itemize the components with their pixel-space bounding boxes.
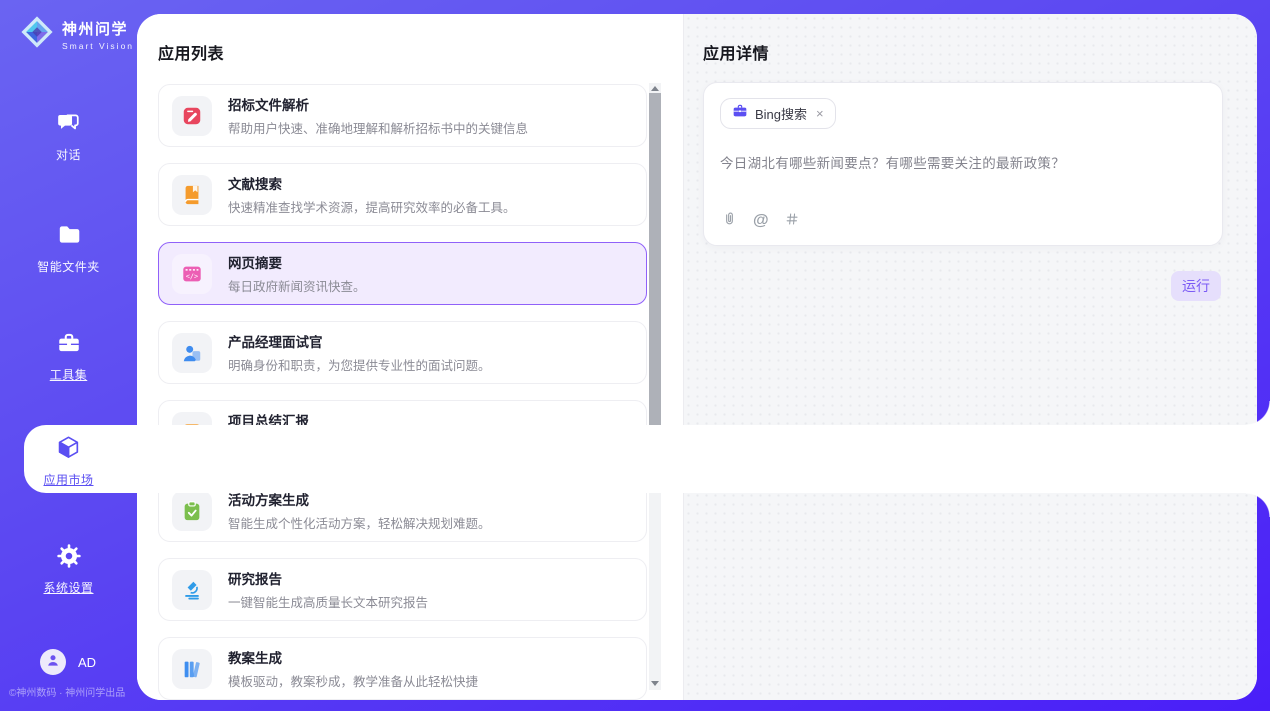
mention-icon[interactable]: @ [753, 212, 769, 230]
person-icon [44, 651, 62, 674]
app-card-name: 研究报告 [228, 568, 428, 588]
hash-icon[interactable] [784, 211, 800, 232]
app-window: 神州问学 Smart Vision 对话 智能文件夹 工具集 应用市场 系统设置 [0, 0, 1270, 714]
user-name: AD [78, 655, 96, 670]
literature-search-icon [172, 175, 212, 215]
avatar [40, 649, 66, 675]
sidebar-item-app-market[interactable]: 应用市场 [0, 434, 137, 488]
list-scrollbar[interactable] [649, 83, 661, 690]
app-card-description: 帮助用户快速、准确地理解和解析招标书中的关键信息 [228, 118, 528, 137]
bid-parse-icon [172, 96, 212, 136]
app-list-panel: 应用列表 招标文件解析 帮助用户快速、准确地理解和解析招标书中的关键信息 文献搜… [137, 14, 683, 700]
research-report-icon [172, 570, 212, 610]
app-list-title: 应用列表 [158, 40, 224, 64]
sidebar-item-toolset[interactable]: 工具集 [0, 330, 137, 383]
prompt-toolbar: @ [721, 210, 800, 232]
lesson-plan-icon [172, 649, 212, 689]
tool-tag-label: Bing搜索 [755, 104, 807, 123]
content-area: 应用列表 招标文件解析 帮助用户快速、准确地理解和解析招标书中的关键信息 文献搜… [137, 14, 1257, 700]
app-card[interactable]: </> 网页摘要 每日政府新闻资讯快查。 [158, 242, 647, 305]
run-button[interactable]: 运行 [1171, 271, 1221, 301]
sidebar-item-label: 系统设置 [43, 579, 93, 596]
activity-plan-icon [172, 491, 212, 531]
app-card[interactable]: 招标文件解析 帮助用户快速、准确地理解和解析招标书中的关键信息 [158, 84, 647, 147]
app-card-description: 每日政府新闻资讯快查。 [228, 276, 366, 295]
app-card[interactable]: 教案生成 模板驱动，教案秒成，教学准备从此轻松快捷 [158, 637, 647, 700]
app-card-description: 一键智能生成高质量长文本研究报告 [228, 592, 428, 611]
sidebar-item-label: 应用市场 [43, 471, 93, 488]
folder-icon [56, 222, 82, 253]
brand-diamond-icon [20, 15, 54, 54]
app-card-name: 教案生成 [228, 647, 478, 667]
brand-subtitle: Smart Vision [62, 41, 134, 51]
cube-icon [55, 434, 82, 466]
sidebar-item-system-settings[interactable]: 系统设置 [0, 543, 137, 596]
app-card-name: 招标文件解析 [228, 94, 528, 114]
brand-logo: 神州问学 Smart Vision [20, 15, 134, 54]
scrollbar-thumb[interactable] [649, 93, 661, 457]
tool-tag-bing-search[interactable]: Bing搜索 × [720, 98, 836, 129]
app-detail-title: 应用详情 [703, 40, 769, 64]
app-card-description: 快速精准查找学术资源，提高研究效率的必备工具。 [228, 197, 516, 216]
interviewer-icon [172, 333, 212, 373]
sidebar-item-label: 对话 [56, 146, 81, 163]
app-card-name: 网页摘要 [228, 252, 366, 272]
brand-name: 神州问学 [62, 18, 134, 39]
sidebar-item-label: 智能文件夹 [37, 258, 100, 275]
webpage-summary-icon: </> [172, 254, 212, 294]
toolbox-icon [56, 330, 82, 361]
scroll-up-arrow-icon[interactable] [651, 86, 659, 91]
copyright-text: ©神州数码 · 神州问学出品 [9, 684, 139, 699]
app-card[interactable]: 研究报告 一键智能生成高质量长文本研究报告 [158, 558, 647, 621]
chat-icon [56, 110, 82, 141]
briefcase-icon [732, 103, 748, 124]
active-nav-bubble [24, 425, 1270, 493]
tag-close-icon[interactable]: × [816, 106, 824, 121]
sidebar-item-smart-folder[interactable]: 智能文件夹 [0, 222, 137, 275]
app-detail-panel: 应用详情 Bing搜索 × 今日湖北有哪些新闻要点？有哪些需要关注的最新政策？ … [683, 14, 1257, 700]
sidebar-item-label: 工具集 [50, 366, 88, 383]
app-card-description: 智能生成个性化活动方案，轻松解决规划难题。 [228, 513, 491, 532]
sidebar-item-chat[interactable]: 对话 [0, 110, 137, 163]
app-card-name: 文献搜索 [228, 173, 516, 193]
app-card-list: 招标文件解析 帮助用户快速、准确地理解和解析招标书中的关键信息 文献搜索 快速精… [158, 84, 647, 700]
app-card-name: 产品经理面试官 [228, 331, 491, 351]
app-card[interactable]: 文献搜索 快速精准查找学术资源，提高研究效率的必备工具。 [158, 163, 647, 226]
app-card[interactable]: 产品经理面试官 明确身份和职责，为您提供专业性的面试问题。 [158, 321, 647, 384]
scroll-down-arrow-icon[interactable] [651, 681, 659, 686]
gear-icon [56, 543, 82, 574]
user-account[interactable]: AD [40, 649, 96, 675]
app-card-description: 模板驱动，教案秒成，教学准备从此轻松快捷 [228, 671, 478, 690]
prompt-card: Bing搜索 × 今日湖北有哪些新闻要点？有哪些需要关注的最新政策？ @ [703, 82, 1223, 246]
query-text-input[interactable]: 今日湖北有哪些新闻要点？有哪些需要关注的最新政策？ [720, 152, 1206, 172]
paperclip-icon[interactable] [721, 210, 738, 232]
svg-text:</>: </> [186, 272, 198, 280]
app-card-description: 明确身份和职责，为您提供专业性的面试问题。 [228, 355, 491, 374]
